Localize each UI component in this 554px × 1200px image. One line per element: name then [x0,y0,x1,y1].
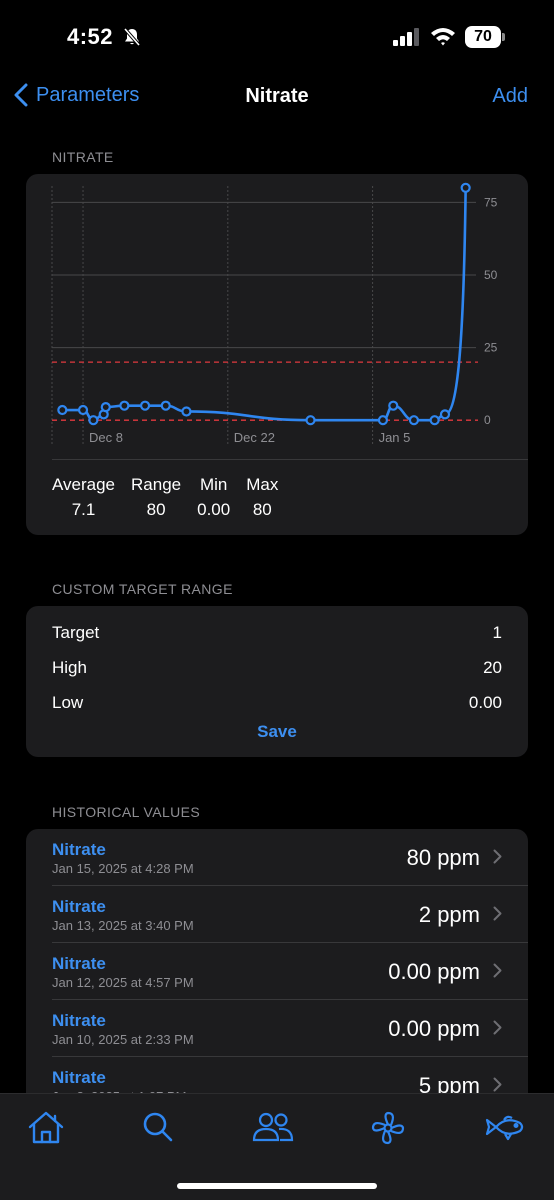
history-value: 0.00 ppm [388,959,480,984]
history-date: Jan 12, 2025 at 4:57 PM [52,975,194,990]
target-label: Target [52,623,100,642]
stat-1: Range 80 [131,475,181,520]
stat-value: 80 [146,500,166,519]
stat-value: 80 [252,500,272,519]
high-label: High [52,658,87,677]
x-tick-label: Dec 22 [234,430,275,445]
history-row[interactable]: Nitrate Jan 15, 2025 at 4:28 PM 80 ppm [26,829,528,886]
history-section-header: HISTORICAL VALUES [52,804,201,820]
stat-2: Min 0.00 [197,475,230,520]
low-row[interactable]: Low 0.00 [52,693,502,713]
history-value: 80 ppm [406,845,480,870]
data-point [181,406,192,417]
high-value[interactable]: 20 [483,658,502,678]
history-parameter-name: Nitrate [52,954,106,973]
target-row[interactable]: Target 1 [52,623,502,643]
divider [52,459,528,460]
x-tick-label: Dec 8 [89,430,123,445]
data-point [57,404,68,416]
stat-label: Max [246,475,279,494]
bell-slash-icon [122,27,142,52]
chevron-right-icon [493,906,502,921]
history-value: 2 ppm [418,902,480,927]
home-indicator [177,1183,377,1189]
data-point [377,415,389,426]
status-bar: 4:52 70 [0,0,554,76]
chart-card: 0 25 50 75 Dec 8 Dec 22 Jan 5 Average 7.1 Range 8… [26,174,528,535]
stats-row: Average 7.1 Range 80 Min 0.00 Max 80 [52,475,294,520]
battery-indicator: 70 [465,26,505,48]
history-list: Nitrate Jan 15, 2025 at 4:28 PM 80 ppm Nitr… [26,829,528,1129]
history-parameter-name: Nitrate [52,897,106,916]
people-icon[interactable] [252,1111,294,1148]
target-range-card: Target 1 High 20 Low 0.00 Save [26,606,528,757]
data-point [429,415,440,426]
data-point [88,415,99,426]
low-value[interactable]: 0.00 [469,693,502,713]
stat-0: Average 7.1 [52,475,115,520]
x-tick-label: Jan 5 [379,430,411,445]
data-point [160,400,171,411]
stat-value: 7.1 [71,500,96,519]
chevron-right-icon [493,1077,502,1092]
save-button[interactable]: Save [26,722,528,742]
chevron-right-icon [493,849,502,864]
data-point [388,400,399,411]
stat-label: Range [131,475,182,494]
stat-3: Max 80 [246,475,278,520]
status-time: 4:52 [67,24,114,49]
history-date: Jan 10, 2025 at 2:33 PM [52,1032,194,1047]
cellular-signal-icon [393,28,421,51]
nitrate-chart[interactable]: 0 25 50 75 Dec 8 Dec 22 Jan 5 [26,174,528,459]
history-parameter-name: Nitrate [52,840,106,859]
data-point [460,182,471,193]
data-point [119,400,130,411]
data-point [305,415,316,426]
history-parameter-name: Nitrate [52,1011,106,1030]
home-icon[interactable] [28,1111,64,1150]
wifi-icon [430,26,456,51]
data-point [139,400,151,411]
high-row[interactable]: High 20 [52,658,502,678]
navigation-bar: Parameters Nitrate Add [0,76,554,120]
history-date: Jan 13, 2025 at 3:40 PM [52,918,194,933]
history-row[interactable]: Nitrate Jan 10, 2025 at 2:33 PM 0.00 ppm [26,1000,528,1057]
history-row[interactable]: Nitrate Jan 13, 2025 at 3:40 PM 2 ppm [26,886,528,943]
data-point [439,409,451,420]
data-point [408,415,420,426]
y-tick-label: 0 [484,413,491,427]
data-point [77,404,89,416]
history-row[interactable]: Nitrate Jan 12, 2025 at 4:57 PM 0.00 ppm [26,943,528,1000]
add-button[interactable]: Add [492,85,528,108]
stat-value: 0.00 [197,500,231,519]
y-tick-label: 75 [484,195,498,209]
fan-icon[interactable] [371,1111,405,1150]
target-section-header: CUSTOM TARGET RANGE [52,581,233,597]
history-parameter-name: Nitrate [52,1068,106,1087]
y-tick-label: 50 [484,268,498,282]
page-title: Nitrate [245,85,309,107]
stat-label: Min [199,475,228,494]
chevron-right-icon [493,963,502,978]
y-tick-label: 25 [484,341,498,355]
history-value: 0.00 ppm [388,1016,480,1041]
stat-label: Average [52,475,116,494]
fish-icon[interactable] [484,1111,526,1148]
search-icon[interactable] [142,1111,174,1148]
series-line [62,187,467,422]
chevron-right-icon [493,1020,502,1035]
history-date: Jan 15, 2025 at 4:28 PM [52,861,194,876]
chart-section-header: NITRATE [52,149,114,165]
low-label: Low [52,693,84,712]
data-point [100,402,111,413]
target-value[interactable]: 1 [493,623,502,643]
